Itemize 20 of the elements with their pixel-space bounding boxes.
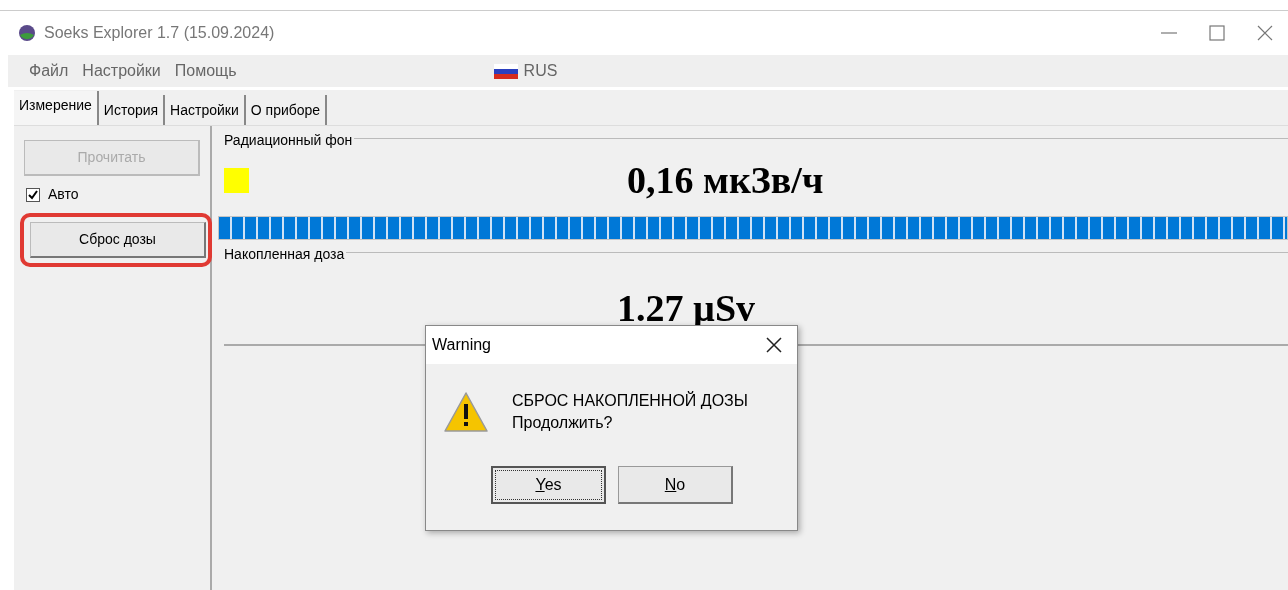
dialog-question: Продолжить? — [512, 413, 614, 433]
menu-item[interactable]: Настройки — [75, 59, 168, 83]
reset-dose-button[interactable]: Сброс дозы — [30, 222, 206, 258]
yes-button[interactable]: Yes — [491, 466, 606, 504]
tab[interactable]: Измерение — [14, 91, 99, 125]
no-button[interactable]: No — [618, 466, 733, 504]
radiation-value: 0,16 мкЗв/ч — [627, 157, 824, 203]
menu-item[interactable]: Файл — [22, 59, 76, 83]
dialog-title: Warning — [432, 335, 491, 355]
warning-icon — [444, 390, 488, 434]
checkbox-label: Авто — [48, 185, 79, 204]
auto-checkbox[interactable] — [26, 187, 40, 202]
flag-icon[interactable] — [493, 63, 518, 79]
dialog-message: СБРОС НАКОПЛЕННОЙ ДОЗЫ — [512, 390, 748, 411]
language-label[interactable]: RUS — [523, 59, 558, 83]
close-icon[interactable] — [765, 336, 783, 354]
app-logo-icon — [18, 24, 36, 42]
dose-value: 1.27 µSv — [617, 287, 755, 329]
menu-item[interactable]: Помощь — [167, 59, 244, 83]
window-title: Soeks Explorer 1.7 (15.09.2024) — [44, 23, 275, 43]
